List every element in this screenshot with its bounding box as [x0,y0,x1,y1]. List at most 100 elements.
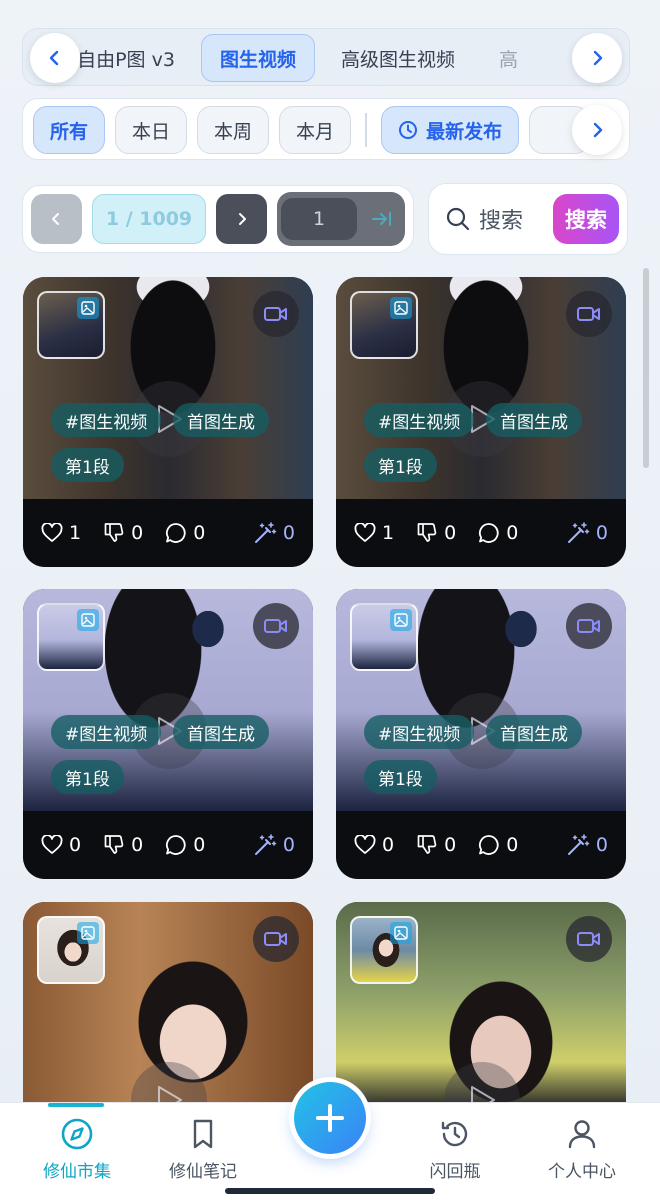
video-card[interactable]: #图生视频 首图生成 第1段 0 0 0 0 [23,589,313,879]
plus-icon [316,1104,344,1132]
comment-button[interactable]: 0 [165,522,205,544]
like-count: 1 [382,522,395,544]
remix-count: 0 [595,522,608,544]
filter-month[interactable]: 本月 [279,106,352,154]
nav-item-profile[interactable]: 个人中心 [527,1117,637,1182]
source-thumbnail [350,916,418,984]
remix-button[interactable]: 0 [253,521,295,545]
next-page-button[interactable] [216,194,267,244]
remix-count: 0 [282,522,295,544]
tag-first-frame[interactable]: 首图生成 [173,715,269,749]
dislike-count: 0 [444,522,457,544]
remix-button[interactable]: 0 [566,521,608,545]
heart-icon [354,523,376,542]
tab-image-to-video[interactable]: 图生视频 [200,34,315,82]
source-thumbnail [350,291,418,359]
heart-icon [354,835,376,854]
tag-image-to-video[interactable]: #图生视频 [51,715,162,749]
filters-scroll-right-button[interactable] [572,105,622,155]
user-icon [568,1120,596,1149]
image-icon [77,297,99,319]
tab-partial-right[interactable]: 高 [481,34,536,82]
tag-segment[interactable]: 第1段 [364,448,437,482]
magic-wand-icon [254,834,277,855]
nav-item-notes[interactable]: 修仙笔记 [148,1117,258,1182]
remix-count: 0 [282,834,295,856]
remix-button[interactable]: 0 [253,833,295,857]
video-camera-icon [253,603,299,649]
nav-item-market[interactable]: 修仙市集 [22,1117,132,1182]
dislike-button[interactable]: 0 [103,834,143,856]
comment-button[interactable]: 0 [478,834,518,856]
history-icon [441,1121,468,1147]
video-card[interactable]: #图生视频 首图生成 第1段 1 0 0 0 [336,277,626,567]
like-count: 0 [382,834,395,856]
video-card[interactable] [336,902,626,1102]
nav-label: 闪回瓶 [429,1162,481,1182]
filter-week[interactable]: 本周 [197,106,270,154]
dislike-button[interactable]: 0 [416,522,456,544]
card-stats: 1 0 0 0 [336,499,626,567]
comment-button[interactable]: 0 [478,522,518,544]
tabs-scroll-left-button[interactable] [30,33,80,83]
comment-icon [166,523,186,543]
filter-all[interactable]: 所有 [33,106,106,154]
tag-first-frame[interactable]: 首图生成 [486,403,582,437]
tab-advanced-image-to-video[interactable]: 高级图生视频 [323,34,473,82]
nav-active-indicator [48,1103,104,1107]
tag-image-to-video[interactable]: #图生视频 [364,715,475,749]
thumbs-down-icon [417,835,437,854]
video-card[interactable]: #图生视频 首图生成 第1段 0 0 0 0 [336,589,626,879]
search-button[interactable]: 搜索 [553,194,619,244]
chevron-left-icon [49,50,59,66]
source-thumbnail [37,603,105,671]
comment-icon [479,835,499,855]
video-card[interactable]: #图生视频 首图生成 第1段 1 0 0 0 [23,277,313,567]
tag-image-to-video[interactable]: #图生视频 [364,403,475,437]
home-indicator [225,1188,435,1194]
like-button[interactable]: 1 [354,522,394,544]
comment-icon [166,835,186,855]
compass-icon [61,1118,93,1150]
nav-item-flashback[interactable]: 闪回瓶 [400,1117,510,1182]
card-stats: 1 0 0 0 [23,499,313,567]
source-thumbnail [37,916,105,984]
dislike-count: 0 [131,834,144,856]
search-box[interactable]: 搜索 搜索 [428,183,628,255]
card-stats: 0 0 0 0 [336,811,626,879]
magic-wand-icon [567,522,590,543]
page-jump-button[interactable] [363,198,401,240]
like-button[interactable]: 0 [354,834,394,856]
dislike-button[interactable]: 0 [416,834,456,856]
period-filter-bar: 所有 本日 本周 本月 最新发布 [22,98,630,160]
thumbs-down-icon [417,523,437,542]
magic-wand-icon [567,834,590,855]
remix-button[interactable]: 0 [566,833,608,857]
category-tab-bar: 5 自由P图 v3 图生视频 高级图生视频 高 [22,28,630,86]
tag-image-to-video[interactable]: #图生视频 [51,403,162,437]
tag-segment[interactable]: 第1段 [364,760,437,794]
page-jump-input[interactable]: 1 [281,198,357,240]
create-button[interactable] [294,1082,366,1154]
image-icon [390,922,412,944]
tag-segment[interactable]: 第1段 [51,448,124,482]
like-button[interactable]: 0 [41,834,81,856]
tabs-scroll-right-button[interactable] [572,33,622,83]
like-count: 0 [69,834,82,856]
prev-page-button[interactable] [31,194,82,244]
heart-icon [41,835,63,854]
dislike-button[interactable]: 0 [103,522,143,544]
source-thumbnail [37,291,105,359]
search-icon [446,207,470,231]
tag-first-frame[interactable]: 首图生成 [486,715,582,749]
scrollbar[interactable] [643,268,649,468]
tag-segment[interactable]: 第1段 [51,760,124,794]
tag-first-frame[interactable]: 首图生成 [173,403,269,437]
comment-button[interactable]: 0 [165,834,205,856]
video-card[interactable] [23,902,313,1102]
filter-today[interactable]: 本日 [115,106,188,154]
sort-latest-button[interactable]: 最新发布 [381,106,520,154]
card-stats: 0 0 0 0 [23,811,313,879]
comment-count: 0 [506,834,519,856]
like-button[interactable]: 1 [41,522,81,544]
